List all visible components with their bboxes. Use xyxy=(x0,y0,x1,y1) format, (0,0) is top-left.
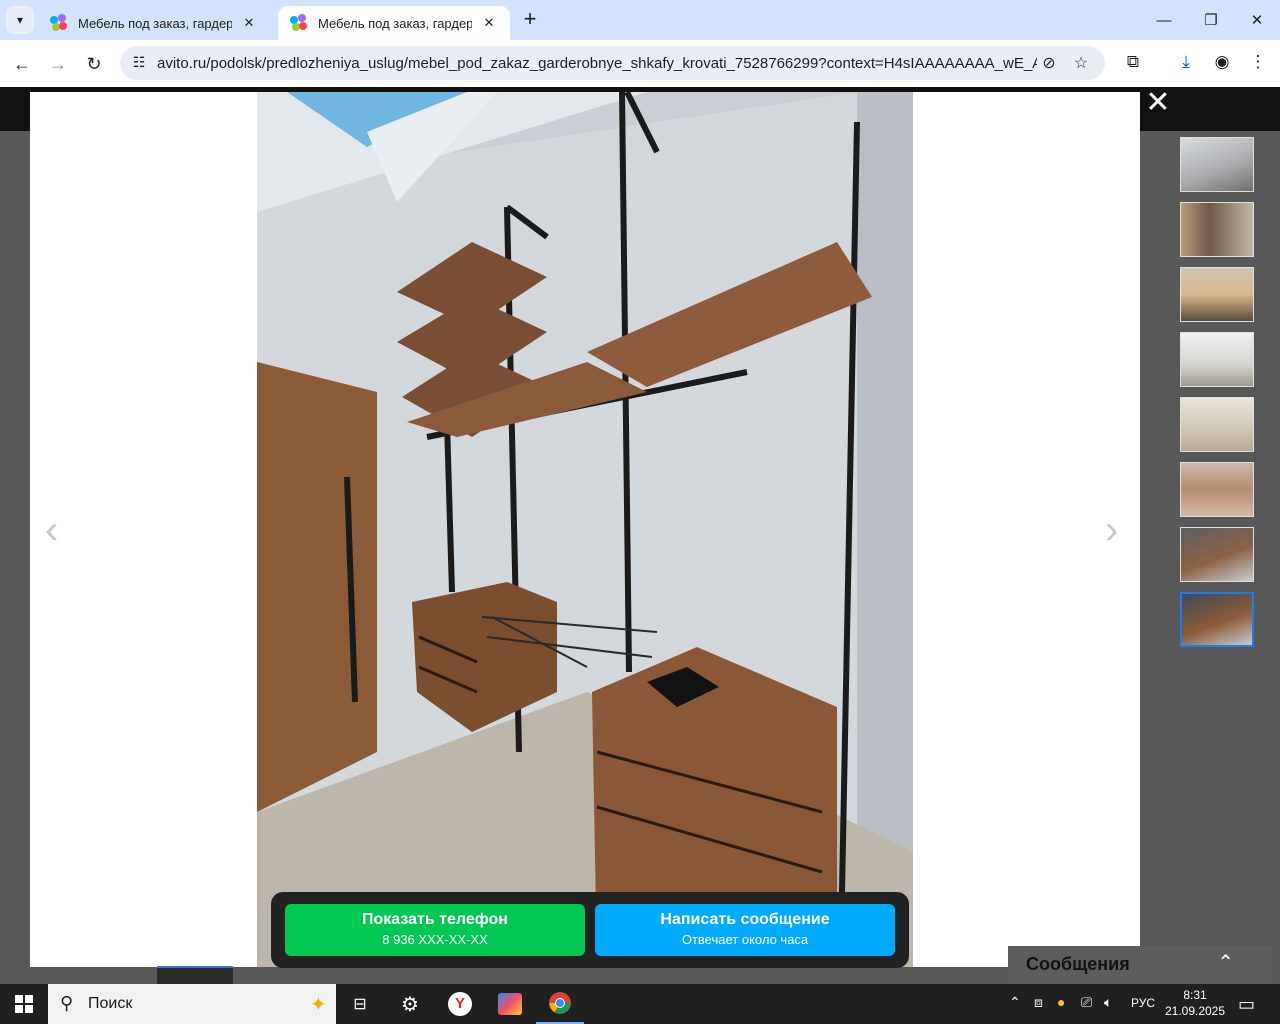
new-tab-button[interactable]: + xyxy=(518,8,542,32)
url-text[interactable]: avito.ru/podolsk/predlozheniya_uslug/meb… xyxy=(157,55,1037,72)
clock-time: 8:31 xyxy=(1183,988,1207,1002)
show-phone-button[interactable]: Показать телефон 8 936 XXX-XX-XX xyxy=(285,904,585,956)
clock[interactable]: 8:31 21.09.2025 xyxy=(1160,987,1230,1019)
photo-thumbnail[interactable] xyxy=(1180,462,1254,517)
browser-toolbar: ← → ↻ ☷ avito.ru/podolsk/predlozheniya_u… xyxy=(0,40,1280,87)
yandex-browser-icon[interactable]: Y xyxy=(436,984,484,1024)
photo-thumbnail[interactable] xyxy=(1180,332,1254,387)
notifications-icon[interactable]: ▭ xyxy=(1238,994,1255,1015)
taskbar-search[interactable]: ⚲ Поиск ✦ xyxy=(48,984,336,1024)
messages-widget[interactable]: Сообщения ⌃ xyxy=(1008,946,1272,984)
main-photo[interactable] xyxy=(257,92,913,967)
tab-title: Мебель под заказ, гардеробные xyxy=(78,15,232,31)
page-photo-thumbnail xyxy=(157,966,233,984)
windows-taskbar: ⚲ Поиск ✦ ⊟ ⚙ Y ⌃ ⧈ ● ⎚ 🔈︎ РУС 8:31 21.0… xyxy=(0,984,1280,1024)
previous-photo-arrow[interactable]: ‹ xyxy=(45,508,58,553)
chevron-down-icon: ▾ xyxy=(16,13,24,27)
chrome-icon[interactable] xyxy=(536,984,584,1024)
gallery-close-icon[interactable]: ✕ xyxy=(1145,88,1171,118)
tracking-protection-icon[interactable]: ⊘ xyxy=(1039,53,1059,73)
avito-favicon-icon xyxy=(50,14,68,32)
photo-thumbnail[interactable] xyxy=(1180,202,1254,257)
window-close-button[interactable]: ✕ xyxy=(1234,0,1280,40)
search-placeholder: Поиск xyxy=(88,995,133,1012)
minimize-button[interactable]: — xyxy=(1141,0,1187,40)
site-info-icon[interactable]: ☷ xyxy=(130,54,148,72)
photo-thumbnail[interactable] xyxy=(1180,527,1254,582)
photo-thumbnail[interactable] xyxy=(1180,267,1254,322)
photo-thumbnail[interactable] xyxy=(1180,137,1254,192)
response-time-text: Отвечает около часа xyxy=(681,932,809,947)
tray-overflow-icon[interactable]: ⌃ xyxy=(1009,994,1021,1011)
avito-favicon-icon xyxy=(290,14,308,32)
tab-close-icon[interactable]: ✕ xyxy=(240,15,258,31)
photo-thumbnail-selected[interactable] xyxy=(1180,592,1254,647)
address-bar[interactable]: ☷ avito.ru/podolsk/predlozheniya_uslug/m… xyxy=(120,46,1105,80)
volume-icon[interactable]: 🔈︎ xyxy=(1104,994,1112,1011)
show-phone-label: Показать телефон xyxy=(362,911,508,928)
messages-label: Сообщения xyxy=(1026,954,1130,974)
write-message-button[interactable]: Написать сообщение Отвечает около часа xyxy=(595,904,895,956)
task-view-icon[interactable]: ⊟ xyxy=(336,984,384,1024)
tab-close-icon[interactable]: ✕ xyxy=(480,15,498,31)
reload-button[interactable]: ↻ xyxy=(80,50,108,78)
contact-action-bar: Показать телефон 8 936 XXX-XX-XX Написат… xyxy=(271,892,909,968)
gallery-modal xyxy=(30,92,1140,967)
search-icon: ⚲ xyxy=(60,993,74,1013)
windows-logo-icon xyxy=(15,995,33,1013)
wardrobe-photo xyxy=(257,92,913,967)
network-icon[interactable]: ⎚ xyxy=(1081,994,1092,1011)
settings-gear-icon[interactable]: ⚙ xyxy=(386,984,434,1024)
meet-icon[interactable]: ⧈ xyxy=(1034,994,1043,1011)
browser-tab[interactable]: Мебель под заказ, гардеробные ✕ xyxy=(38,6,270,40)
photos-app-icon[interactable] xyxy=(486,984,534,1024)
tab-search-button[interactable]: ▾ xyxy=(6,6,34,34)
app-tray-icon[interactable]: ● xyxy=(1057,994,1065,1010)
next-photo-arrow[interactable]: › xyxy=(1105,508,1118,553)
phone-number-masked: 8 936 XXX-XX-XX xyxy=(382,932,488,947)
language-indicator[interactable]: РУС xyxy=(1131,996,1155,1010)
extensions-icon[interactable]: ⧉ xyxy=(1121,52,1145,76)
start-button[interactable] xyxy=(0,984,48,1024)
bookmark-star-icon[interactable]: ☆ xyxy=(1071,53,1091,73)
back-button[interactable]: ← xyxy=(8,50,36,78)
photo-thumbnail[interactable] xyxy=(1180,397,1254,452)
forward-button[interactable]: → xyxy=(44,50,72,78)
maximize-button[interactable]: ❐ xyxy=(1188,0,1234,40)
browser-tab-active[interactable]: Мебель под заказ, гардеробные ✕ xyxy=(278,6,510,40)
menu-kebab-icon[interactable]: ⋮ xyxy=(1246,52,1270,76)
profile-icon[interactable]: ◉ xyxy=(1210,52,1234,76)
write-message-label: Написать сообщение xyxy=(660,911,830,928)
tab-title: Мебель под заказ, гардеробные xyxy=(318,15,472,31)
chrome-logo-icon xyxy=(549,992,571,1014)
clock-date: 21.09.2025 xyxy=(1164,1004,1226,1018)
search-highlight-icon: ✦ xyxy=(310,994,327,1016)
chevron-up-icon[interactable]: ⌃ xyxy=(1217,950,1234,975)
download-icon[interactable]: ⤓ xyxy=(1174,52,1198,76)
tab-strip: ▾ Мебель под заказ, гардеробные ✕ Мебель… xyxy=(0,0,1280,40)
